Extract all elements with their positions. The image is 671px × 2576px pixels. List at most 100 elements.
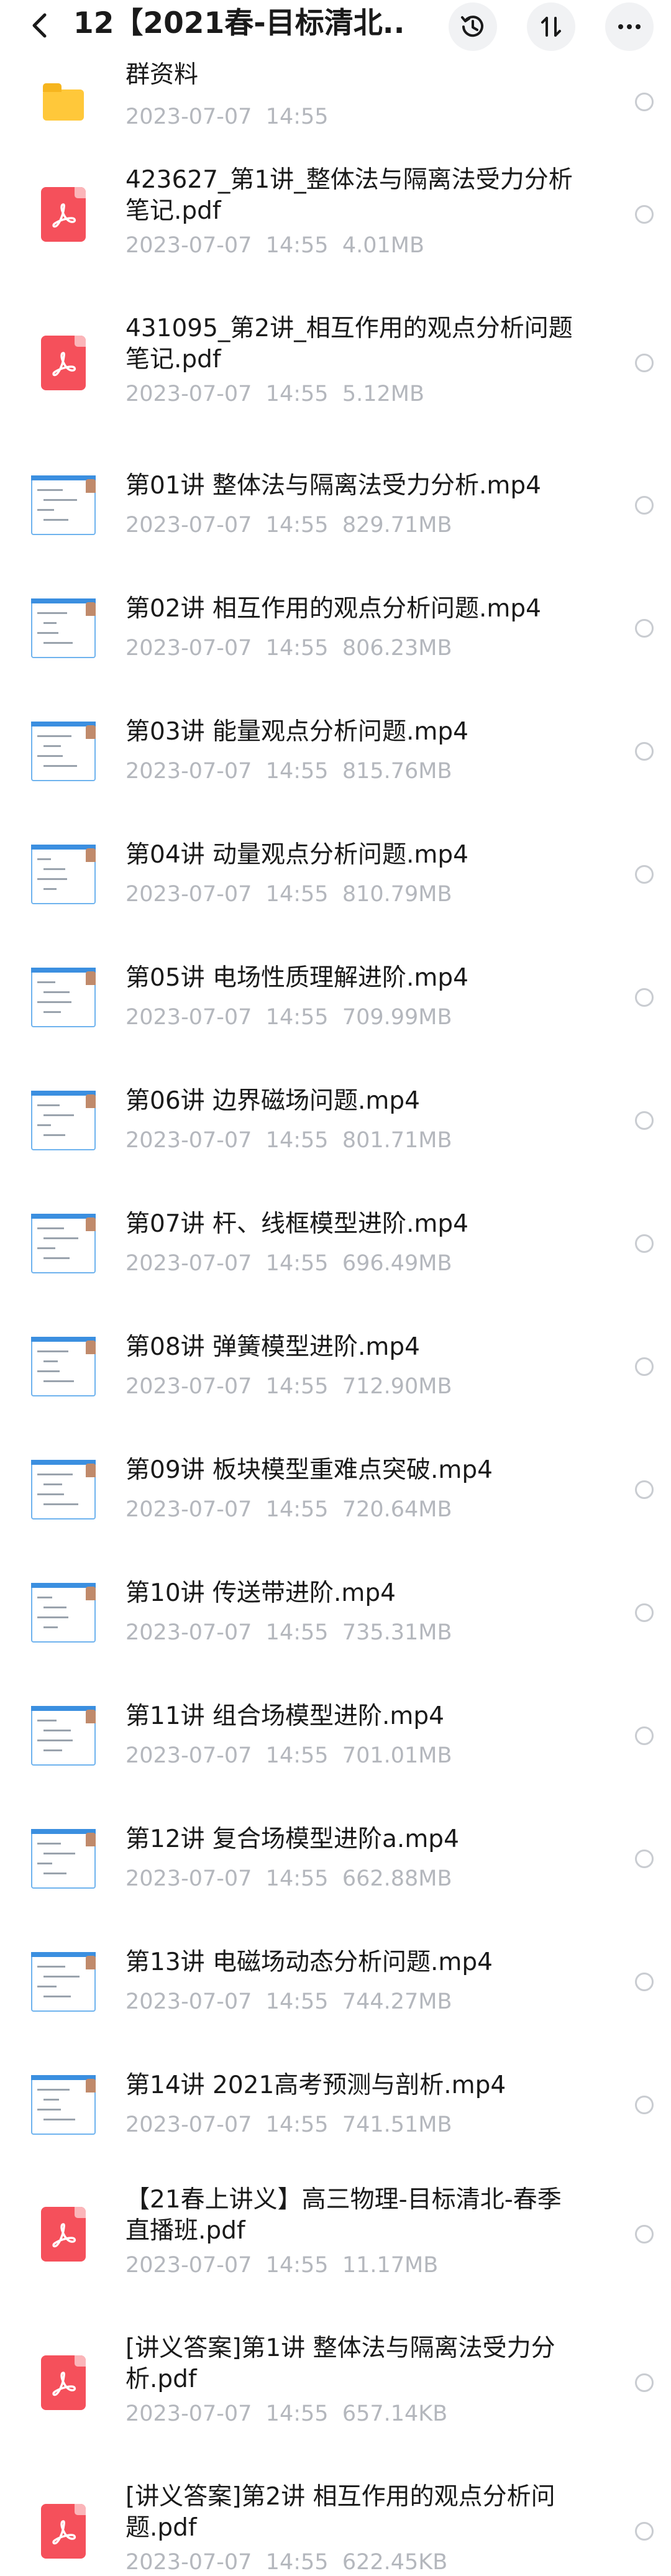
sort-button[interactable] xyxy=(527,2,575,51)
file-size: 657.14KB xyxy=(342,2401,448,2426)
file-size: 720.64MB xyxy=(342,1497,452,1522)
file-name: [讲义答案]第2讲 相互作用的观点分析问题.pdf xyxy=(126,2483,555,2542)
file-meta: 2023-07-07 14:55 696.49MB xyxy=(126,1250,452,1277)
select-radio[interactable] xyxy=(635,2096,654,2114)
select-radio[interactable] xyxy=(635,1480,654,1499)
select-radio[interactable] xyxy=(635,496,654,515)
file-date: 2023-07-07 xyxy=(126,1866,252,1891)
file-meta: 2023-07-07 14:55 806.23MB xyxy=(126,635,452,662)
file-meta: 2023-07-07 14:55 662.88MB xyxy=(126,1865,452,1892)
file-name: 第02讲 相互作用的观点分析问题.mp4 xyxy=(126,595,541,623)
pdf-file-icon xyxy=(29,2199,98,2269)
file-time: 14:55 xyxy=(265,1620,329,1645)
video-thumbnail-icon xyxy=(29,2070,98,2140)
pdf-file-icon xyxy=(29,180,98,249)
file-time: 14:55 xyxy=(265,1866,329,1891)
file-meta: 2023-07-07 14:55 712.90MB xyxy=(126,1373,452,1400)
file-size: 712.90MB xyxy=(342,1374,452,1399)
file-meta: 2023-07-07 14:55 657.14KB xyxy=(126,2400,447,2427)
file-date: 2023-07-07 xyxy=(126,2253,252,2278)
file-time: 14:55 xyxy=(265,759,329,784)
select-radio[interactable] xyxy=(635,1603,654,1622)
file-meta: 2023-07-07 14:55 744.27MB xyxy=(126,1988,452,2015)
file-meta: 2023-07-07 14:55 815.76MB xyxy=(126,758,452,785)
select-radio[interactable] xyxy=(635,2225,654,2244)
file-name: 第12讲 复合场模型进阶a.mp4 xyxy=(126,1825,459,1853)
file-time: 14:55 xyxy=(265,382,329,406)
file-list: 群资料 2023-07-07 14:55 423627_第1讲_整体法与隔离法受力分… xyxy=(0,52,671,2575)
select-radio[interactable] xyxy=(635,742,654,761)
more-button[interactable] xyxy=(605,2,654,51)
select-radio[interactable] xyxy=(635,1357,654,1376)
video-thumbnail-icon xyxy=(29,1947,98,2017)
file-time: 14:55 xyxy=(265,104,329,129)
file-row[interactable]: 第12讲 复合场模型进阶a.mp4 2023-07-07 14:55 662.88… xyxy=(0,1797,671,1920)
file-row[interactable]: 第06讲 边界磁场问题.mp4 2023-07-07 14:55 801.71MB xyxy=(0,1058,671,1181)
file-time: 14:55 xyxy=(265,1005,329,1030)
file-row[interactable]: 第01讲 整体法与隔离法受力分析.mp4 2023-07-07 14:55 829… xyxy=(0,443,671,566)
back-arrow-icon[interactable] xyxy=(25,10,56,41)
file-time: 14:55 xyxy=(265,2550,329,2575)
pdf-file-icon xyxy=(29,2496,98,2566)
select-radio[interactable] xyxy=(635,1849,654,1868)
select-radio[interactable] xyxy=(635,2373,654,2392)
file-row[interactable]: 423627_第1讲_整体法与隔离法受力分析笔记.pdf 2023-07-07 1… xyxy=(0,146,671,295)
file-time: 14:55 xyxy=(265,2401,329,2426)
file-row[interactable]: 【21春上讲义】高三物理-目标清北-春季直播班.pdf 2023-07-07 14… xyxy=(0,2166,671,2314)
file-meta: 2023-07-07 14:55 810.79MB xyxy=(126,881,452,908)
file-meta: 2023-07-07 14:55 741.51MB xyxy=(126,2111,452,2138)
file-date: 2023-07-07 xyxy=(126,2401,252,2426)
file-time: 14:55 xyxy=(265,882,329,907)
file-row[interactable]: 第13讲 电磁场动态分析问题.mp4 2023-07-07 14:55 744.2… xyxy=(0,1920,671,2043)
file-name: [讲义答案]第1讲 整体法与隔离法受力分析.pdf xyxy=(126,2334,555,2393)
video-thumbnail-icon xyxy=(29,963,98,1032)
file-row[interactable]: 第04讲 动量观点分析问题.mp4 2023-07-07 14:55 810.79… xyxy=(0,812,671,935)
select-radio[interactable] xyxy=(635,1111,654,1130)
file-size: 815.76MB xyxy=(342,759,452,784)
file-row[interactable]: [讲义答案]第2讲 相互作用的观点分析问题.pdf 2023-07-07 14:5… xyxy=(0,2463,671,2575)
file-row[interactable]: 第07讲 杆、线框模型进阶.mp4 2023-07-07 14:55 696.49… xyxy=(0,1181,671,1304)
file-meta: 2023-07-07 14:55 701.01MB xyxy=(126,1742,452,1769)
select-radio[interactable] xyxy=(635,354,654,372)
file-date: 2023-07-07 xyxy=(126,382,252,406)
file-row[interactable]: 第03讲 能量观点分析问题.mp4 2023-07-07 14:55 815.76… xyxy=(0,689,671,812)
file-date: 2023-07-07 xyxy=(126,513,252,538)
video-thumbnail-icon xyxy=(29,717,98,786)
file-name: 群资料 xyxy=(126,61,199,89)
select-radio[interactable] xyxy=(635,1234,654,1253)
file-date: 2023-07-07 xyxy=(126,1497,252,1522)
file-row[interactable]: 第08讲 弹簧模型进阶.mp4 2023-07-07 14:55 712.90MB xyxy=(0,1304,671,1428)
file-name: 431095_第2讲_相互作用的观点分析问题笔记.pdf xyxy=(126,314,573,374)
select-radio[interactable] xyxy=(635,2522,654,2541)
select-radio[interactable] xyxy=(635,1973,654,1991)
select-radio[interactable] xyxy=(635,865,654,884)
file-row[interactable]: 第14讲 2021高考预测与剖析.mp4 2023-07-07 14:55 741… xyxy=(0,2043,671,2166)
pdf-file-icon xyxy=(29,2348,98,2418)
file-date: 2023-07-07 xyxy=(126,1743,252,1768)
file-row[interactable]: 第05讲 电场性质理解进阶.mp4 2023-07-07 14:55 709.99… xyxy=(0,935,671,1058)
file-row[interactable]: 第09讲 板块模型重难点突破.mp4 2023-07-07 14:55 720.6… xyxy=(0,1428,671,1551)
file-date: 2023-07-07 xyxy=(126,1251,252,1276)
file-time: 14:55 xyxy=(265,513,329,538)
video-thumbnail-icon xyxy=(29,1578,98,1648)
file-row[interactable]: 群资料 2023-07-07 14:55 xyxy=(0,52,671,146)
file-row[interactable]: 431095_第2讲_相互作用的观点分析问题笔记.pdf 2023-07-07 1… xyxy=(0,295,671,443)
select-radio[interactable] xyxy=(635,619,654,638)
file-row[interactable]: 第11讲 组合场模型进阶.mp4 2023-07-07 14:55 701.01M… xyxy=(0,1674,671,1797)
select-radio[interactable] xyxy=(635,93,654,111)
select-radio[interactable] xyxy=(635,1726,654,1745)
pdf-file-icon xyxy=(29,328,98,398)
select-radio[interactable] xyxy=(635,988,654,1007)
file-date: 2023-07-07 xyxy=(126,104,252,129)
file-meta: 2023-07-07 14:55 622.45KB xyxy=(126,2549,447,2576)
file-row[interactable]: 第10讲 传送带进阶.mp4 2023-07-07 14:55 735.31MB xyxy=(0,1551,671,1674)
file-row[interactable]: [讲义答案]第1讲 整体法与隔离法受力分析.pdf 2023-07-07 14:5… xyxy=(0,2314,671,2463)
file-name: 第04讲 动量观点分析问题.mp4 xyxy=(126,841,468,869)
file-time: 14:55 xyxy=(265,2253,329,2278)
file-size: 701.01MB xyxy=(342,1743,452,1768)
file-row[interactable]: 第02讲 相互作用的观点分析问题.mp4 2023-07-07 14:55 806… xyxy=(0,566,671,689)
file-meta: 2023-07-07 14:55 xyxy=(126,103,329,131)
video-thumbnail-icon xyxy=(29,1824,98,1894)
history-button[interactable] xyxy=(449,2,497,51)
select-radio[interactable] xyxy=(635,205,654,224)
